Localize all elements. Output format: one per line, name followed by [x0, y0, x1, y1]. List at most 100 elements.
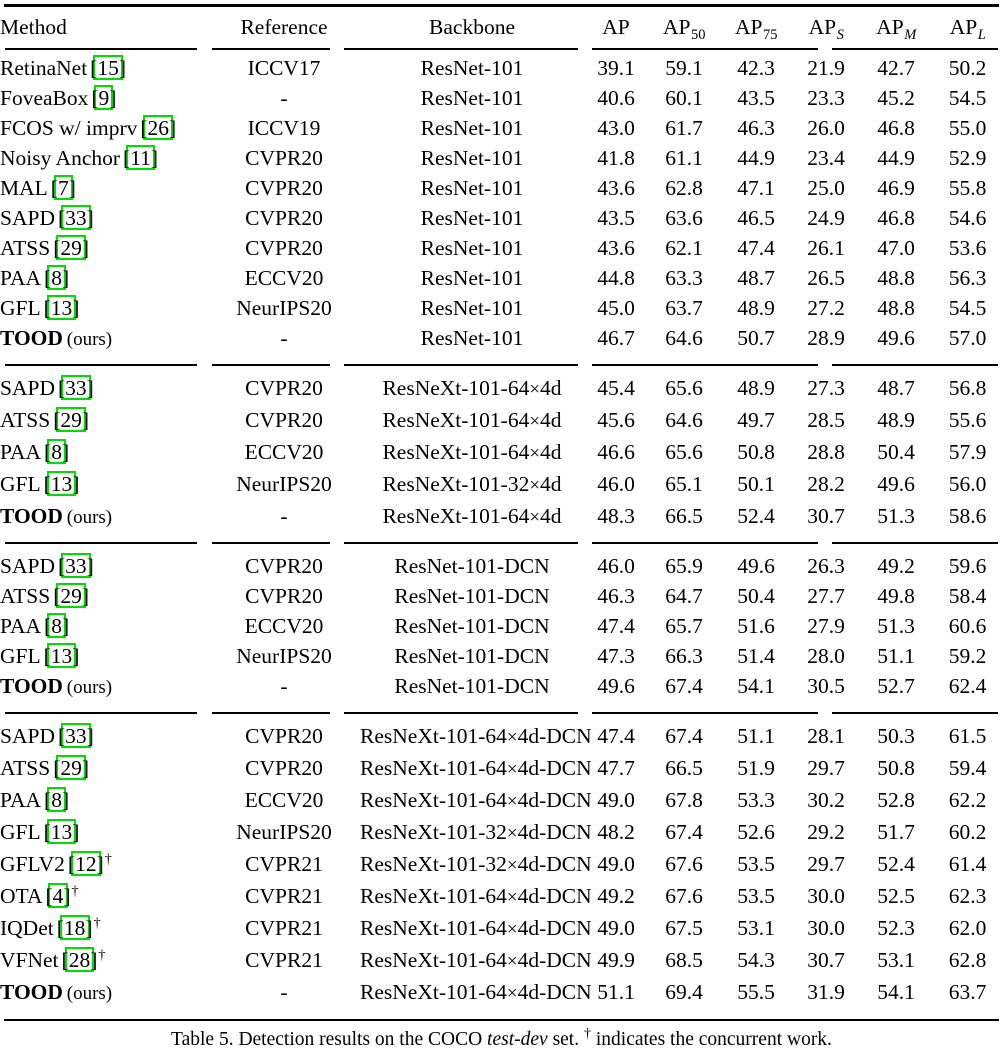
citation-link[interactable]: [33]	[58, 373, 94, 403]
block-spacer	[0, 703, 1003, 713]
cell-reference: CVPR20	[245, 408, 323, 432]
multiplication-sign: ×	[506, 727, 518, 748]
cell-ap50: 62.1	[665, 236, 703, 260]
citation-link[interactable]: [29]	[53, 405, 89, 435]
citation-link[interactable]: [33]	[58, 551, 94, 581]
cell-method: GFL [13]	[0, 469, 208, 501]
cell-method: TOOD (ours)	[0, 671, 208, 703]
cell-aps: 26.0	[807, 116, 845, 140]
citation-link[interactable]: [29]	[53, 581, 89, 611]
cell-reference: CVPR20	[245, 176, 323, 200]
cell-aps: 28.1	[807, 724, 845, 748]
citation-link[interactable]: [13]	[44, 817, 79, 847]
citation-link[interactable]: [33]	[58, 203, 94, 233]
cell-aps: 27.3	[807, 376, 845, 400]
cell-method: SAPD [33]	[0, 551, 208, 581]
citation-link[interactable]: [12]	[68, 849, 104, 879]
column-header-label: AP	[663, 15, 691, 39]
cell-ap75: 53.3	[737, 788, 775, 812]
citation-number: [18]	[56, 916, 93, 940]
citation-link[interactable]: [8]	[44, 263, 69, 293]
cell-backbone: ResNet-101	[420, 146, 524, 170]
cell-apm: 46.8	[877, 116, 915, 140]
cell-apl: 55.0	[948, 116, 987, 140]
cell-apl: 54.5	[948, 296, 987, 320]
cell-apl: 60.2	[948, 820, 987, 844]
citation-link[interactable]: [13]	[44, 293, 79, 323]
method-suffix: (ours)	[62, 983, 113, 1004]
cell-ap: 47.4	[597, 724, 635, 748]
citation-number: [29]	[53, 236, 90, 260]
cell-ap75: 49.7	[737, 408, 775, 432]
column-header-aps: APS	[792, 12, 860, 45]
citation-link[interactable]: [13]	[43, 641, 80, 671]
cell-reference: CVPR20	[245, 724, 323, 748]
cell-aps: 24.9	[807, 206, 845, 230]
cell-reference: NeurIPS20	[236, 296, 332, 320]
cell-aps: 31.9	[807, 980, 845, 1004]
cell-reference: ECCV20	[244, 788, 324, 812]
cell-ap: 43.5	[597, 206, 635, 230]
citation-link[interactable]: [8]	[44, 785, 69, 815]
citation-link[interactable]: [26]	[140, 113, 176, 143]
citation-link[interactable]: [4]	[45, 881, 71, 911]
multiplication-sign: ×	[529, 379, 541, 400]
cell-apm: 48.8	[877, 296, 915, 320]
citation-number: [33]	[57, 554, 94, 578]
cell-aps: 27.9	[807, 614, 845, 638]
cell-apm: 52.4	[877, 852, 915, 876]
citation-link[interactable]: [11]	[123, 143, 158, 173]
citation-link[interactable]: [29]	[53, 233, 89, 263]
table-row: VFNet [28]† CVPR21 ResNeXt-101-64×4d-DCN 49.…	[0, 945, 1003, 977]
citation-link[interactable]: [8]	[44, 437, 69, 467]
cell-reference: NeurIPS20	[236, 644, 332, 668]
cell-backbone: ResNet-101-DCN	[394, 614, 550, 638]
method-name: FoveaBox	[0, 86, 89, 110]
method-name: MAL	[0, 176, 48, 200]
table-row: SAPD [33] CVPR20 ResNeXt-101-64×4d-DCN 47.4 6…	[0, 721, 1003, 753]
method-name: TOOD	[0, 674, 63, 698]
citation-link[interactable]: [13]	[44, 469, 79, 499]
citation-link[interactable]: [28]	[62, 945, 97, 975]
cell-apl: 61.5	[948, 724, 987, 748]
table-row: SAPD [33] CVPR20 ResNet-101 43.5 63.6 46.5 24.9…	[0, 203, 1003, 233]
citation-link[interactable]: [8]	[44, 611, 69, 641]
cell-reference: CVPR20	[245, 236, 323, 260]
cell-backbone: ResNet-101	[420, 266, 524, 290]
citation-link[interactable]: [29]	[53, 753, 89, 783]
citation-link[interactable]: [9]	[91, 83, 116, 113]
method-name: VFNet	[0, 948, 59, 972]
cell-backbone: ResNet-101	[420, 236, 524, 260]
dagger-marker: †	[93, 915, 101, 931]
cell-ap75: 48.7	[737, 266, 775, 290]
method-name: ATSS	[0, 408, 51, 432]
citation-link[interactable]: [7]	[51, 173, 76, 203]
cell-aps: 23.4	[807, 146, 845, 170]
cell-apl: 59.6	[948, 554, 987, 578]
cell-apl: 62.3	[948, 884, 987, 908]
method-name: SAPD	[0, 376, 55, 400]
cell-ap50: 63.3	[665, 266, 703, 290]
cell-ap75: 50.7	[737, 326, 775, 350]
cell-ap75: 50.1	[737, 472, 775, 496]
cell-ap50: 60.1	[665, 86, 703, 110]
cell-reference: ECCV20	[244, 266, 324, 290]
column-header-backbone: Backbone	[360, 12, 584, 45]
citation-link[interactable]: [18]	[57, 913, 93, 943]
block-spacer-cell	[0, 365, 1003, 373]
cell-ap50: 65.6	[665, 440, 703, 464]
cell-method: PAA [8]	[0, 611, 208, 641]
citation-link[interactable]: [15]	[90, 53, 126, 83]
citation-number: [13]	[43, 644, 80, 668]
cell-backbone: ResNet-101	[420, 86, 524, 110]
cell-ap50: 62.8	[665, 176, 703, 200]
method-name: TOOD	[0, 980, 63, 1004]
table-header: Method Reference Backbone AP AP50 AP75 APS APM A…	[0, 12, 1003, 45]
table-caption: Table 5. Detection results on the COCO t…	[0, 1027, 1003, 1053]
citation-link[interactable]: [33]	[58, 721, 94, 751]
citation-number: [29]	[53, 756, 90, 780]
cell-apl: 59.4	[948, 756, 987, 780]
column-header-label: AP	[949, 15, 978, 39]
cell-backbone: ResNet-101	[420, 116, 524, 140]
dagger-marker: †	[98, 947, 106, 963]
